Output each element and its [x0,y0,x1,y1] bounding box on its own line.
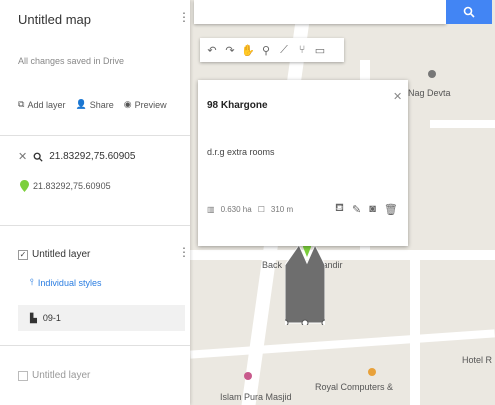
map-road [430,120,495,128]
save-status: All changes saved in Drive [18,56,125,66]
layer-row-1[interactable]: ✓ Untitled layer [18,249,90,260]
search-icon [33,152,43,162]
divider [0,225,190,226]
perimeter-value: 310 m [270,205,294,214]
layer-options-icon[interactable]: ⋮ [178,245,190,259]
layer-checkbox-unchecked[interactable] [18,370,28,381]
location-item[interactable]: 21.83292,75.60905 [20,180,111,192]
undo-icon[interactable]: ↶ [204,41,220,59]
share-label: Share [89,99,114,110]
feature-info-card: 98 Khargone ✕ d.r.g extra rooms ▥ 0.630 … [198,80,408,246]
mosque-pin-icon[interactable] [244,372,252,380]
search-icon [463,6,475,18]
map-label-islam: Islam Pura Masjid [220,392,292,402]
add-layer-label: Add layer [27,99,66,110]
area-value: 0.630 ha [220,205,252,214]
map-search-input[interactable] [194,0,446,24]
green-marker-icon[interactable] [303,245,311,257]
clear-search-icon[interactable]: ✕ [18,150,27,163]
polygon-vertex-handle[interactable] [321,319,325,325]
feature-list-item[interactable]: ▙ 09-1 [18,305,185,331]
map-label-nag-devta: Nag Devta [408,88,451,98]
search-result-row: ✕ 21.83292,75.60905 [18,150,135,163]
preview-button[interactable]: ◉ Preview [124,99,167,110]
polygon-shape[interactable] [285,245,325,325]
green-pin-icon [20,180,29,192]
map-road [190,250,495,260]
share-button[interactable]: 👤 Share [75,99,113,110]
map-road [410,260,420,405]
feature-description: d.r.g extra rooms [207,147,275,157]
search-result-text: 21.83292,75.60905 [49,151,136,162]
layer-row-2[interactable]: Untitled layer [18,370,90,381]
polygon-vertex-handle[interactable] [285,319,289,325]
close-icon[interactable]: ✕ [393,90,402,103]
map-label-royal: Royal Computers & [315,382,394,392]
polygon-vertex-handle[interactable] [301,319,309,325]
perimeter-icon: ☐ [257,205,265,214]
layer-checkbox-checked[interactable]: ✓ [18,249,28,260]
search-button[interactable] [446,0,492,24]
line-icon[interactable]: ⟋ [276,41,292,59]
marker-icon[interactable]: ⚲ [258,41,274,59]
map-label-back: Back [262,260,283,270]
share-icon: 👤 [75,99,87,109]
map-label-hotel: Hotel R [462,355,493,365]
add-layer-button[interactable]: ⧉ Add layer [18,99,65,110]
style-bucket-icon[interactable]: ⛾ [335,202,344,216]
area-icon: ▥ [207,205,215,214]
hand-icon[interactable]: ✋ [240,41,256,59]
layer-name: Untitled layer [32,249,91,260]
divider [0,135,190,136]
feature-name: 09-1 [42,313,61,323]
styles-label: Individual styles [37,277,102,288]
camera-icon[interactable]: ◙ [369,203,376,215]
map-toolbar: ↶ ↷ ✋ ⚲ ⟋ ⑂ ▭ [200,38,344,62]
individual-styles-link[interactable]: ⫯ Individual styles [30,277,101,288]
add-layer-icon: ⧉ [18,99,25,109]
edit-pencil-icon[interactable]: ✎ [352,203,361,216]
redo-icon[interactable]: ↷ [222,41,238,59]
map-title[interactable]: Untitled map [18,12,91,27]
map-road [190,329,495,359]
temple-pin-icon[interactable] [428,70,436,78]
card-actions: ⛾ ✎ ◙ 🗑 [335,202,398,216]
shop-pin-icon[interactable] [368,368,376,376]
feature-title: 98 Khargone [207,100,268,111]
delete-icon[interactable]: 🗑 [384,203,398,216]
location-label: 21.83292,75.60905 [33,181,111,191]
feature-measurements: ▥ 0.630 ha ☐ 310 m [207,205,293,214]
preview-icon: ◉ [123,99,132,109]
route-icon[interactable]: ⑂ [294,41,310,59]
preview-label: Preview [134,99,167,110]
divider [0,345,190,346]
ruler-icon[interactable]: ▭ [312,41,328,59]
more-options-icon[interactable]: ⋮ [178,10,190,24]
layer-name: Untitled layer [32,370,91,381]
polygon-feature-icon: ▙ [30,312,37,323]
map-sidebar: Untitled map ⋮ All changes saved in Driv… [0,0,190,405]
sidebar-actions: ⧉ Add layer 👤 Share ◉ Preview [18,99,167,110]
styles-icon: ⫯ [30,277,34,287]
